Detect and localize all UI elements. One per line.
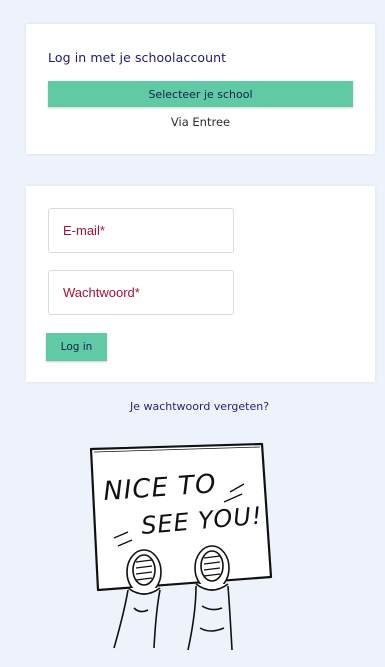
left-shoe <box>126 549 162 595</box>
login-page: Log in met je schoolaccount Selecteer je… <box>14 0 385 667</box>
school-login-title: Log in met je schoolaccount <box>48 50 227 65</box>
login-form-card: E-mail* Wachtwoord* Log in <box>26 186 375 382</box>
login-button[interactable]: Log in <box>46 333 107 361</box>
right-shoe <box>194 545 230 591</box>
nice-to-see-you-illustration: NICE TO SEE YOU! <box>89 442 273 651</box>
email-field[interactable]: E-mail* <box>48 208 234 253</box>
school-login-card: Log in met je schoolaccount Selecteer je… <box>26 24 375 154</box>
select-school-button[interactable]: Selecteer je school <box>48 81 353 107</box>
forgot-password-link[interactable]: Je wachtwoord vergeten? <box>14 400 385 413</box>
via-entree-label: Via Entree <box>170 115 231 129</box>
password-field[interactable]: Wachtwoord* <box>48 270 234 315</box>
